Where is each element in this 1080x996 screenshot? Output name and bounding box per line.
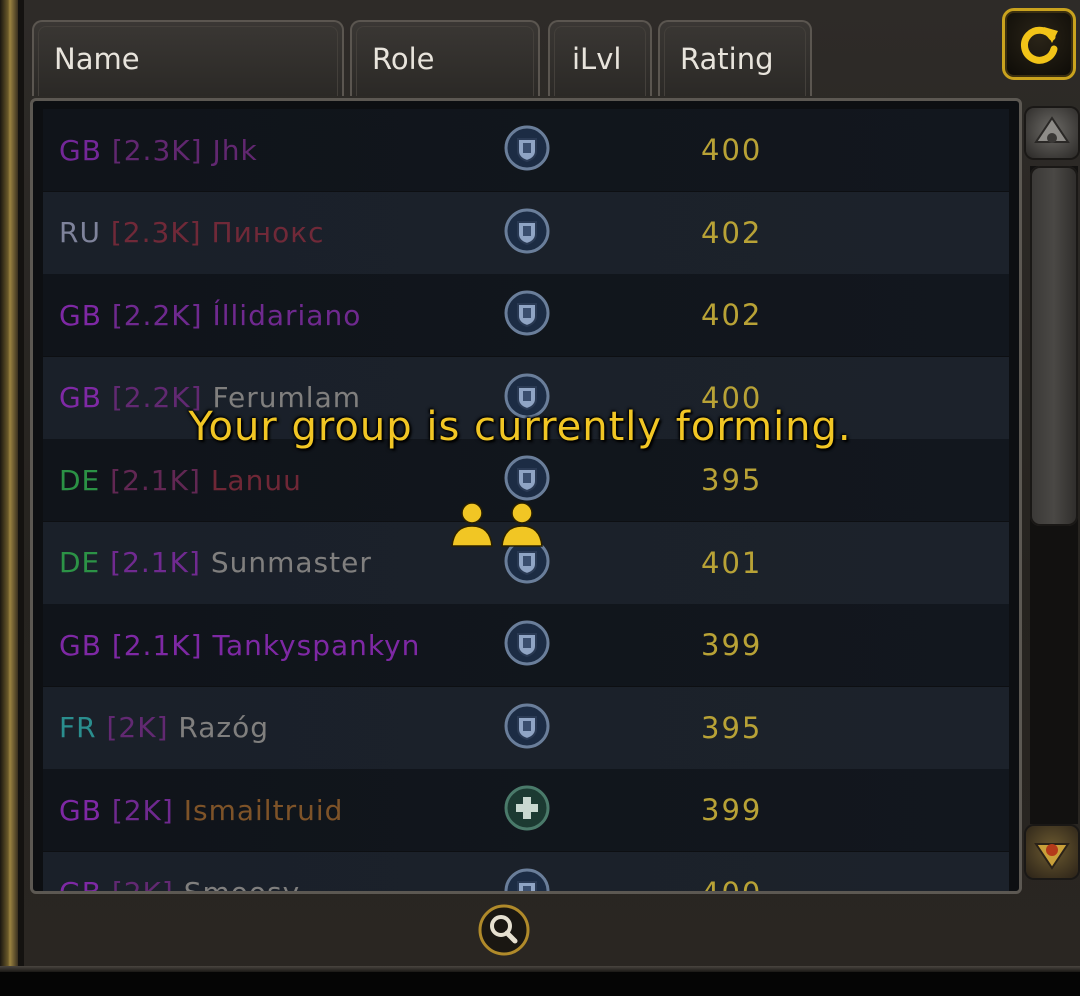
applicant-name: Ismailtruid bbox=[183, 793, 344, 827]
applicant-row[interactable]: GB [2.1K] Tankyspankyn 399 bbox=[43, 604, 1009, 686]
applicant-score: [2K] bbox=[106, 711, 169, 744]
applicant-ilvl: 395 bbox=[701, 710, 763, 745]
applicant-row[interactable]: GB [2K] Ismailtruid 399 bbox=[43, 769, 1009, 851]
applicant-ilvl: 401 bbox=[701, 545, 763, 580]
column-header-role[interactable]: Role bbox=[350, 20, 540, 96]
applicant-name: Lanuu bbox=[210, 463, 302, 497]
scroll-down-icon bbox=[1034, 843, 1070, 870]
column-header-rating[interactable]: Rating bbox=[658, 20, 812, 96]
applicant-name: Sunmaster bbox=[210, 546, 372, 579]
tank-role-icon bbox=[504, 703, 550, 748]
applicant-region: GB bbox=[59, 298, 102, 332]
applicant-region: DE bbox=[59, 546, 101, 579]
applicant-name: Razóg bbox=[178, 711, 270, 744]
applicant-name-cell: DE [2.1K] Sunmaster bbox=[59, 546, 372, 579]
column-header-ilvl[interactable]: iLvl bbox=[548, 20, 652, 96]
refresh-button[interactable] bbox=[1002, 8, 1076, 80]
applicant-ilvl: 399 bbox=[701, 793, 763, 827]
applicant-name-cell: DE [2.1K] Lanuu bbox=[59, 464, 302, 497]
applicant-name-cell: FR [2K] Razóg bbox=[59, 711, 269, 744]
search-icon bbox=[478, 904, 530, 956]
applicant-score: [2K] bbox=[111, 876, 174, 894]
group-members-icon bbox=[451, 502, 543, 547]
frame-left-edge bbox=[18, 0, 24, 972]
applicant-region: GB bbox=[59, 628, 102, 662]
applicant-score: [2.3K] bbox=[111, 133, 203, 167]
tank-role-icon bbox=[504, 290, 550, 336]
applicant-row[interactable]: FR [2K] Razóg 395 bbox=[43, 686, 1009, 769]
refresh-icon bbox=[1020, 26, 1058, 64]
scroll-down-button[interactable] bbox=[1026, 826, 1078, 878]
tank-role-icon bbox=[504, 620, 550, 666]
frame-left-border bbox=[0, 0, 18, 972]
applicant-name: Íllidariano bbox=[212, 298, 362, 332]
frame-bottom-border bbox=[0, 966, 1080, 972]
tank-role-icon bbox=[504, 868, 550, 891]
tank-role-icon bbox=[504, 208, 550, 253]
lfg-frame: Name Role iLvl Rating GB [2.3K] Jhk 400 RU… bbox=[0, 0, 1080, 972]
applicant-row[interactable]: GB [2K] Smoosy 400 bbox=[43, 851, 1009, 894]
column-header-ilvl-label: iLvl bbox=[572, 42, 622, 76]
column-header-name[interactable]: Name bbox=[32, 20, 344, 96]
scroll-up-button[interactable] bbox=[1026, 108, 1078, 158]
applicant-name-cell: GB [2K] Ismailtruid bbox=[59, 794, 343, 827]
applicant-ilvl: 402 bbox=[701, 298, 763, 332]
applicant-score: [2K] bbox=[111, 793, 174, 827]
applicant-region: FR bbox=[59, 711, 97, 744]
applicant-region: GB bbox=[59, 876, 102, 894]
tank-role-icon bbox=[504, 455, 550, 501]
group-forming-message: Your group is currently forming. bbox=[188, 404, 852, 450]
applicant-score: [2.3K] bbox=[110, 216, 202, 249]
healer-role-icon bbox=[504, 785, 550, 831]
applicant-score: [2.1K] bbox=[111, 628, 203, 662]
tank-role-icon bbox=[504, 125, 550, 171]
applicant-score: [2.1K] bbox=[110, 546, 201, 579]
applicant-row[interactable]: GB [2.2K] Íllidariano 402 bbox=[43, 274, 1009, 356]
applicant-ilvl: 402 bbox=[701, 215, 763, 250]
applicant-row[interactable]: RU [2.3K] Пинокс 402 bbox=[43, 191, 1009, 274]
applicant-score: [2.1K] bbox=[110, 463, 201, 497]
applicant-name-cell: GB [2.1K] Tankyspankyn bbox=[59, 629, 420, 662]
applicant-region: DE bbox=[59, 463, 101, 497]
scrollbar-thumb[interactable] bbox=[1030, 166, 1078, 526]
applicant-name: Smoosy bbox=[183, 876, 301, 894]
applicant-name: Jhk bbox=[212, 133, 258, 167]
applicant-region: GB bbox=[59, 793, 102, 827]
applicant-ilvl: 400 bbox=[701, 133, 763, 167]
applicant-ilvl: 395 bbox=[701, 463, 763, 497]
column-header-name-label: Name bbox=[54, 42, 140, 76]
applicant-region: RU bbox=[59, 216, 101, 249]
applicant-name: Tankyspankyn bbox=[212, 628, 421, 662]
applicant-region: GB bbox=[59, 133, 102, 167]
applicant-ilvl: 399 bbox=[701, 628, 763, 662]
applicant-score: [2.2K] bbox=[111, 298, 203, 332]
applicant-name-cell: GB [2.2K] Íllidariano bbox=[59, 299, 361, 332]
column-header-role-label: Role bbox=[372, 42, 435, 76]
applicant-name-cell: GB [2K] Smoosy bbox=[59, 876, 301, 894]
applicant-name-cell: RU [2.3K] Пинокс bbox=[59, 216, 325, 249]
applicant-name-cell: GB [2.3K] Jhk bbox=[59, 134, 258, 167]
search-button[interactable] bbox=[478, 904, 530, 956]
applicant-row[interactable]: GB [2.3K] Jhk 400 bbox=[43, 109, 1009, 191]
applicant-ilvl: 400 bbox=[701, 875, 763, 894]
scroll-up-icon bbox=[1034, 116, 1070, 143]
column-header-rating-label: Rating bbox=[680, 42, 774, 76]
applicant-list: GB [2.3K] Jhk 400 RU [2.3K] Пинокс 402 GB [2… bbox=[30, 98, 1022, 894]
applicant-name: Пинокс bbox=[211, 216, 325, 249]
